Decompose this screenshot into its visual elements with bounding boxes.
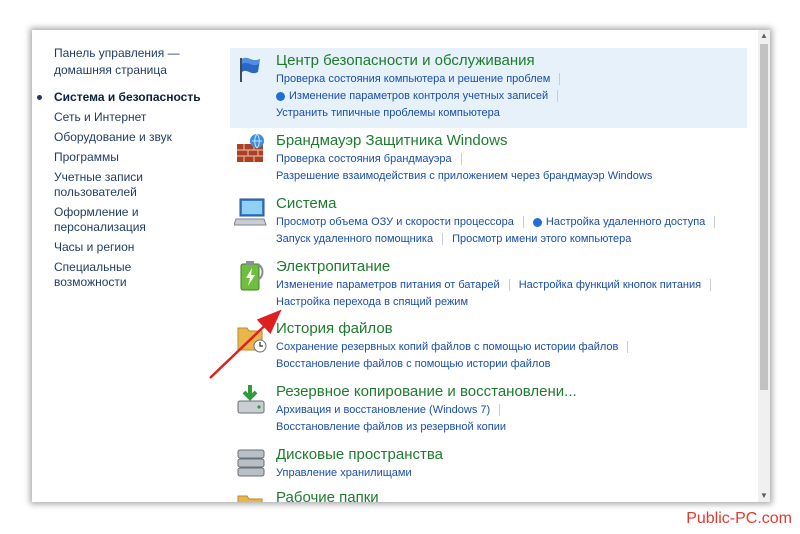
annotation-arrow-icon — [209, 309, 282, 379]
watermark: Public-PC.com — [686, 510, 792, 527]
